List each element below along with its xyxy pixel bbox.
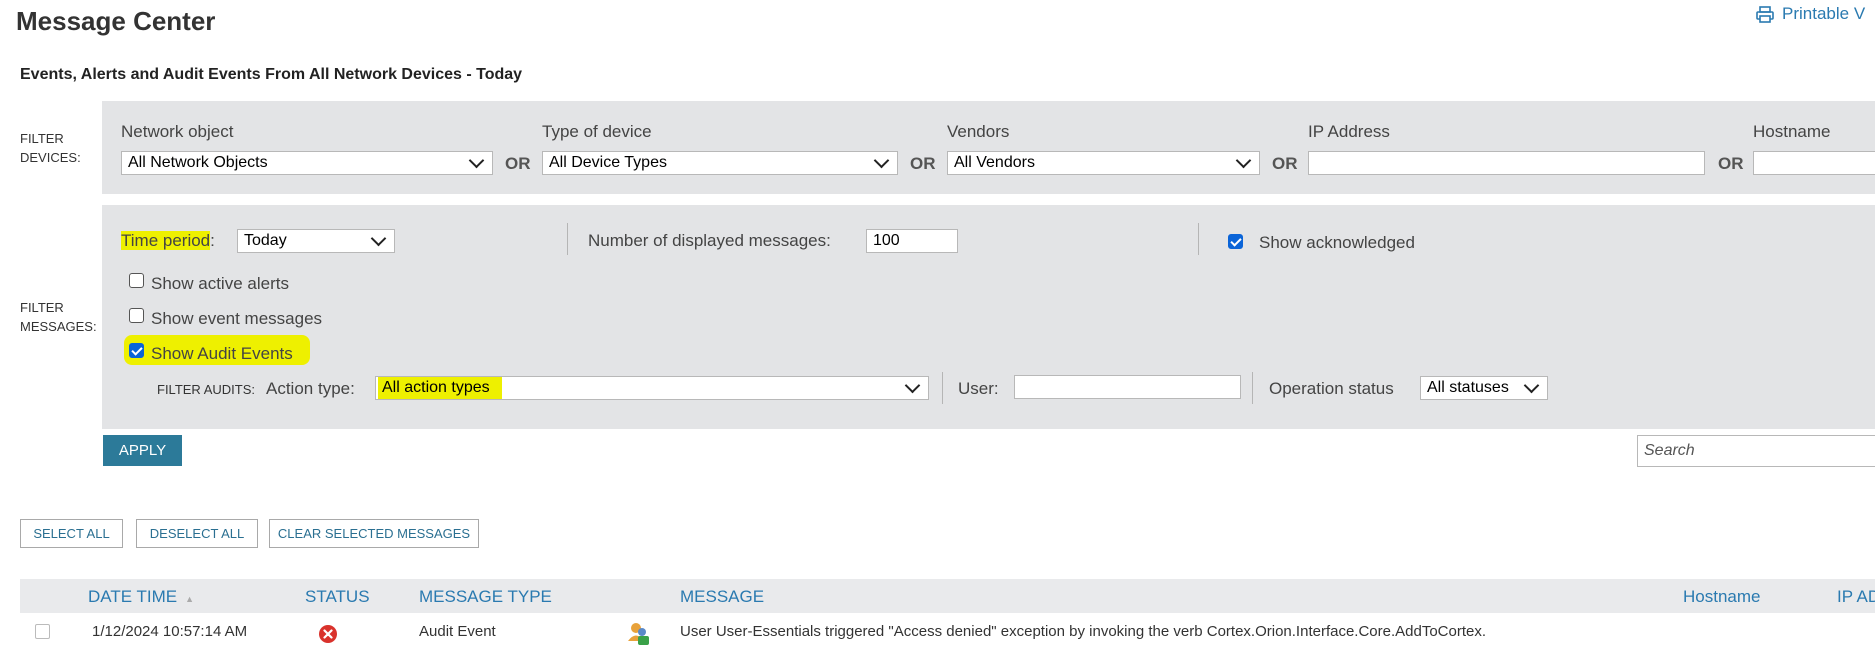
user-input[interactable]: [1014, 375, 1241, 399]
clear-selected-button[interactable]: CLEAR SELECTED MESSAGES: [269, 519, 479, 548]
action-type-label: Action type:: [266, 379, 355, 398]
printable-version-link[interactable]: Printable V: [1756, 4, 1865, 24]
show-active-alerts-checkbox[interactable]: [129, 273, 144, 288]
user-label: User:: [958, 379, 999, 398]
or-label: OR: [910, 154, 936, 173]
operation-status-select[interactable]: All statuses: [1420, 376, 1548, 400]
page-title: Message Center: [16, 6, 216, 36]
show-acknowledged-label: Show acknowledged: [1259, 233, 1415, 252]
num-messages-label: Number of displayed messages:: [588, 231, 831, 250]
or-label: OR: [1272, 154, 1298, 173]
show-audit-events-checkbox[interactable]: [129, 343, 144, 358]
filter-devices-label: FILTER DEVICES:: [20, 131, 81, 165]
chevron-down-icon: [1523, 377, 1540, 394]
chevron-down-icon: [468, 152, 485, 169]
table-header: [20, 579, 1875, 613]
error-icon: [319, 625, 337, 643]
show-event-messages-checkbox[interactable]: [129, 308, 144, 323]
column-status[interactable]: STATUS: [305, 587, 370, 607]
show-event-messages-label: Show event messages: [151, 309, 323, 328]
filter-messages-label: FILTER MESSAGES:: [20, 300, 97, 334]
row-select-checkbox[interactable]: [35, 624, 50, 639]
device-type-select[interactable]: All Device Types: [542, 151, 898, 175]
separator: [1252, 372, 1253, 404]
column-message-type[interactable]: MESSAGE TYPE: [419, 587, 552, 607]
column-message[interactable]: MESSAGE: [680, 587, 764, 607]
column-ip[interactable]: IP AD: [1837, 587, 1875, 607]
time-period-select[interactable]: Today: [237, 229, 395, 253]
separator: [1198, 223, 1199, 255]
chevron-down-icon: [370, 230, 387, 247]
vendors-label: Vendors: [947, 122, 1010, 141]
ip-address-label: IP Address: [1308, 122, 1390, 141]
time-period-label: Time period:: [121, 231, 215, 250]
chevron-down-icon: [873, 152, 890, 169]
column-hostname[interactable]: Hostname: [1683, 587, 1760, 607]
sort-icon: ▲: [185, 594, 195, 604]
action-type-select[interactable]: All action types: [375, 376, 929, 400]
show-audit-events-label: Show Audit Events: [151, 344, 293, 363]
separator: [567, 223, 568, 255]
chevron-down-icon: [1235, 152, 1252, 169]
operation-status-label: Operation status: [1269, 379, 1394, 398]
page-subtitle: Events, Alerts and Audit Events From All…: [20, 66, 523, 83]
printer-icon: [1756, 5, 1774, 23]
deselect-all-button[interactable]: DESELECT ALL: [136, 519, 258, 548]
network-object-select[interactable]: All Network Objects: [121, 151, 493, 175]
show-active-alerts-label: Show active alerts: [151, 274, 289, 293]
row-date-time: 1/12/2024 10:57:14 AM: [92, 623, 248, 640]
filter-devices-panel: [102, 101, 1875, 194]
show-acknowledged-checkbox[interactable]: [1228, 234, 1243, 249]
row-message: User User-Essentials triggered "Access d…: [680, 623, 1487, 640]
network-object-label: Network object: [121, 122, 234, 141]
search-input[interactable]: Search: [1637, 435, 1875, 467]
separator: [942, 372, 943, 404]
select-all-button[interactable]: SELECT ALL: [20, 519, 123, 548]
column-date-time[interactable]: DATE TIME ▲: [88, 587, 194, 607]
row-message-type: Audit Event: [419, 623, 496, 640]
apply-button[interactable]: APPLY: [103, 435, 182, 466]
hostname-input[interactable]: [1753, 151, 1875, 175]
or-label: OR: [505, 154, 531, 173]
num-messages-input[interactable]: 100: [866, 229, 958, 253]
printable-label: Printable V: [1782, 4, 1866, 23]
user-audit-icon: [628, 623, 649, 645]
or-label: OR: [1718, 154, 1744, 173]
chevron-down-icon: [904, 377, 921, 394]
ip-address-input[interactable]: [1308, 151, 1705, 175]
hostname-label: Hostname: [1753, 122, 1831, 141]
filter-audits-label: FILTER AUDITS:: [157, 382, 255, 397]
device-type-label: Type of device: [542, 122, 652, 141]
vendors-select[interactable]: All Vendors: [947, 151, 1260, 175]
